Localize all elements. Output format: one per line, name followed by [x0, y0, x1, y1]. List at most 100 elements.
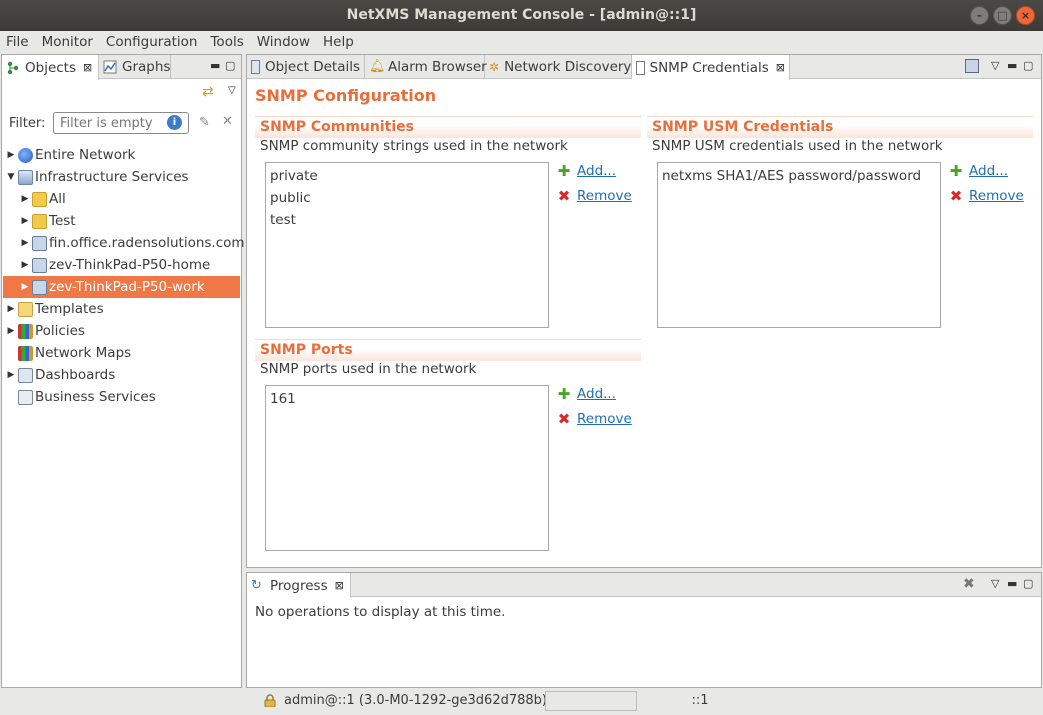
tree-node-business-services[interactable]: Business Services — [6, 386, 156, 408]
tab-snmp-credentials[interactable]: SNMP Credentials ⊠ — [632, 55, 790, 80]
communities-description: SNMP community strings used in the netwo… — [260, 138, 568, 154]
expand-arrow-icon[interactable]: ▶ — [6, 370, 16, 380]
menu-window[interactable]: Window — [257, 31, 316, 54]
progress-message: No operations to display at this time. — [255, 604, 506, 620]
minimize-view-icon[interactable]: ▬ — [210, 59, 220, 72]
minimize-view-icon[interactable]: ▬ — [1007, 577, 1017, 590]
tab-progress[interactable]: ↻ Progress ⊠ — [247, 573, 351, 598]
tree-node-zev-home[interactable]: ▶ zev-ThinkPad-P50-home — [20, 254, 211, 276]
maximize-view-icon[interactable]: ▢ — [1023, 577, 1033, 590]
add-link[interactable]: Add... — [577, 163, 616, 179]
remove-link[interactable]: Remove — [577, 411, 632, 427]
container-icon — [32, 191, 47, 207]
tree-node-entire-network[interactable]: ▶ Entire Network — [6, 144, 136, 166]
tree-node-infrastructure-services[interactable]: ▼ Infrastructure Services — [6, 166, 189, 188]
ports-list[interactable]: 161 — [265, 385, 549, 551]
ports-remove[interactable]: ✖ Remove — [557, 411, 632, 427]
menu-help[interactable]: Help — [323, 31, 360, 54]
list-item[interactable]: public — [266, 187, 548, 209]
expand-arrow-icon[interactable]: ▶ — [20, 260, 30, 270]
close-tab-icon[interactable]: ⊠ — [83, 61, 92, 74]
tree-node-zev-work[interactable]: ▶ zev-ThinkPad-P50-work — [3, 276, 240, 298]
close-tab-icon[interactable]: ⊠ — [776, 61, 785, 74]
remove-link[interactable]: Remove — [969, 188, 1024, 204]
progress-tabbar: ↻ Progress ⊠ ✖ ▽ ▬ ▢ — [247, 573, 1041, 598]
clear-filter-icon[interactable]: ✎ — [199, 115, 210, 130]
communities-list[interactable]: private public test — [265, 162, 549, 328]
maximize-view-icon[interactable]: ▢ — [1023, 59, 1033, 72]
menu-file[interactable]: File — [6, 31, 35, 54]
tree-node-label: All — [49, 191, 66, 207]
tree-node-test[interactable]: ▶ Test — [20, 210, 76, 232]
remove-icon: ✖ — [557, 410, 571, 428]
objects-tabbar: Objects ⊠ Graphs ▬ ▢ — [2, 55, 241, 80]
tab-alarm-browser[interactable]: 🔔︎ Alarm Browser — [365, 55, 487, 79]
business-icon — [18, 389, 33, 405]
maximize-view-icon[interactable]: ▢ — [225, 59, 235, 72]
tree-node-dashboards[interactable]: ▶ Dashboards — [6, 364, 116, 386]
menu-configuration[interactable]: Configuration — [106, 31, 204, 54]
tree-node-all[interactable]: ▶ All — [20, 188, 66, 210]
tree-node-label: Infrastructure Services — [35, 169, 189, 185]
expand-arrow-icon[interactable]: ▶ — [20, 216, 30, 226]
expand-arrow-icon[interactable]: ▶ — [6, 150, 16, 160]
infrastructure-icon — [18, 169, 33, 185]
tab-objects[interactable]: Objects ⊠ — [2, 55, 99, 80]
node-icon — [32, 279, 47, 295]
ports-description: SNMP ports used in the network — [260, 361, 477, 377]
tree-node-templates[interactable]: ▶ Templates — [6, 298, 104, 320]
object-details-icon — [251, 60, 260, 74]
expand-arrow-icon[interactable]: ▶ — [20, 238, 30, 248]
remove-all-icon[interactable]: ✖ — [963, 576, 975, 592]
expand-arrow-icon[interactable]: ▶ — [6, 326, 16, 336]
list-item[interactable]: 161 — [266, 388, 548, 410]
remove-link[interactable]: Remove — [577, 188, 632, 204]
add-icon: ✚ — [557, 385, 571, 403]
close-tab-icon[interactable]: ⊠ — [335, 579, 344, 592]
minimize-icon[interactable]: – — [970, 6, 989, 25]
expand-arrow-icon[interactable]: ▶ — [20, 282, 30, 292]
tab-network-discovery[interactable]: ✲ Network Discovery — [485, 55, 632, 79]
status-server-label: ::1 — [691, 693, 709, 708]
progress-icon: ↻ — [251, 577, 262, 593]
tree-node-policies[interactable]: ▶ Policies — [6, 320, 85, 342]
tree-node-network-maps[interactable]: Network Maps — [6, 342, 131, 364]
menu-tools[interactable]: Tools — [210, 31, 249, 54]
save-icon[interactable] — [965, 59, 979, 73]
sync-icon[interactable]: ⇄ — [202, 84, 214, 100]
container-icon — [32, 213, 47, 229]
tab-object-details[interactable]: Object Details — [247, 55, 365, 79]
tree-node-label: Policies — [35, 323, 85, 339]
usm-remove[interactable]: ✖ Remove — [949, 188, 1024, 204]
usm-list[interactable]: netxms SHA1/AES password/password — [657, 162, 941, 328]
view-menu-icon[interactable]: ▽ — [991, 59, 999, 72]
ports-title: SNMP Ports — [260, 342, 353, 358]
communities-remove[interactable]: ✖ Remove — [557, 188, 632, 204]
add-link[interactable]: Add... — [969, 163, 1008, 179]
view-menu-icon[interactable]: ▽ — [991, 577, 999, 590]
maximize-icon[interactable]: □ — [993, 6, 1012, 25]
info-icon[interactable]: i — [167, 115, 182, 130]
close-icon[interactable]: × — [1016, 6, 1035, 25]
expand-arrow-icon[interactable]: ▶ — [6, 304, 16, 314]
tree-node-label: Templates — [35, 301, 104, 317]
list-item[interactable]: private — [266, 165, 548, 187]
close-filter-icon[interactable]: ✕ — [222, 114, 233, 129]
list-item[interactable]: netxms SHA1/AES password/password — [658, 165, 940, 187]
menu-monitor[interactable]: Monitor — [42, 31, 99, 54]
ports-add[interactable]: ✚ Add... — [557, 386, 616, 402]
communities-title: SNMP Communities — [260, 119, 414, 135]
communities-add[interactable]: ✚ Add... — [557, 163, 616, 179]
objects-panel: Objects ⊠ Graphs ▬ ▢ ⇄ ▽ Filter: i ✎ ✕ ▶… — [1, 54, 245, 688]
tab-graphs[interactable]: Graphs — [99, 55, 171, 79]
expand-arrow-icon[interactable]: ▶ — [20, 194, 30, 204]
add-link[interactable]: Add... — [577, 386, 616, 402]
status-server: ::1 — [640, 691, 760, 711]
minimize-view-icon[interactable]: ▬ — [1007, 59, 1017, 72]
tab-label: Object Details — [264, 59, 360, 75]
list-item[interactable]: test — [266, 209, 548, 231]
tree-node-fin-office[interactable]: ▶ fin.office.radensolutions.com — [20, 232, 245, 254]
collapse-arrow-icon[interactable]: ▼ — [6, 172, 16, 182]
view-menu-icon[interactable]: ▽ — [228, 85, 236, 96]
usm-add[interactable]: ✚ Add... — [949, 163, 1008, 179]
